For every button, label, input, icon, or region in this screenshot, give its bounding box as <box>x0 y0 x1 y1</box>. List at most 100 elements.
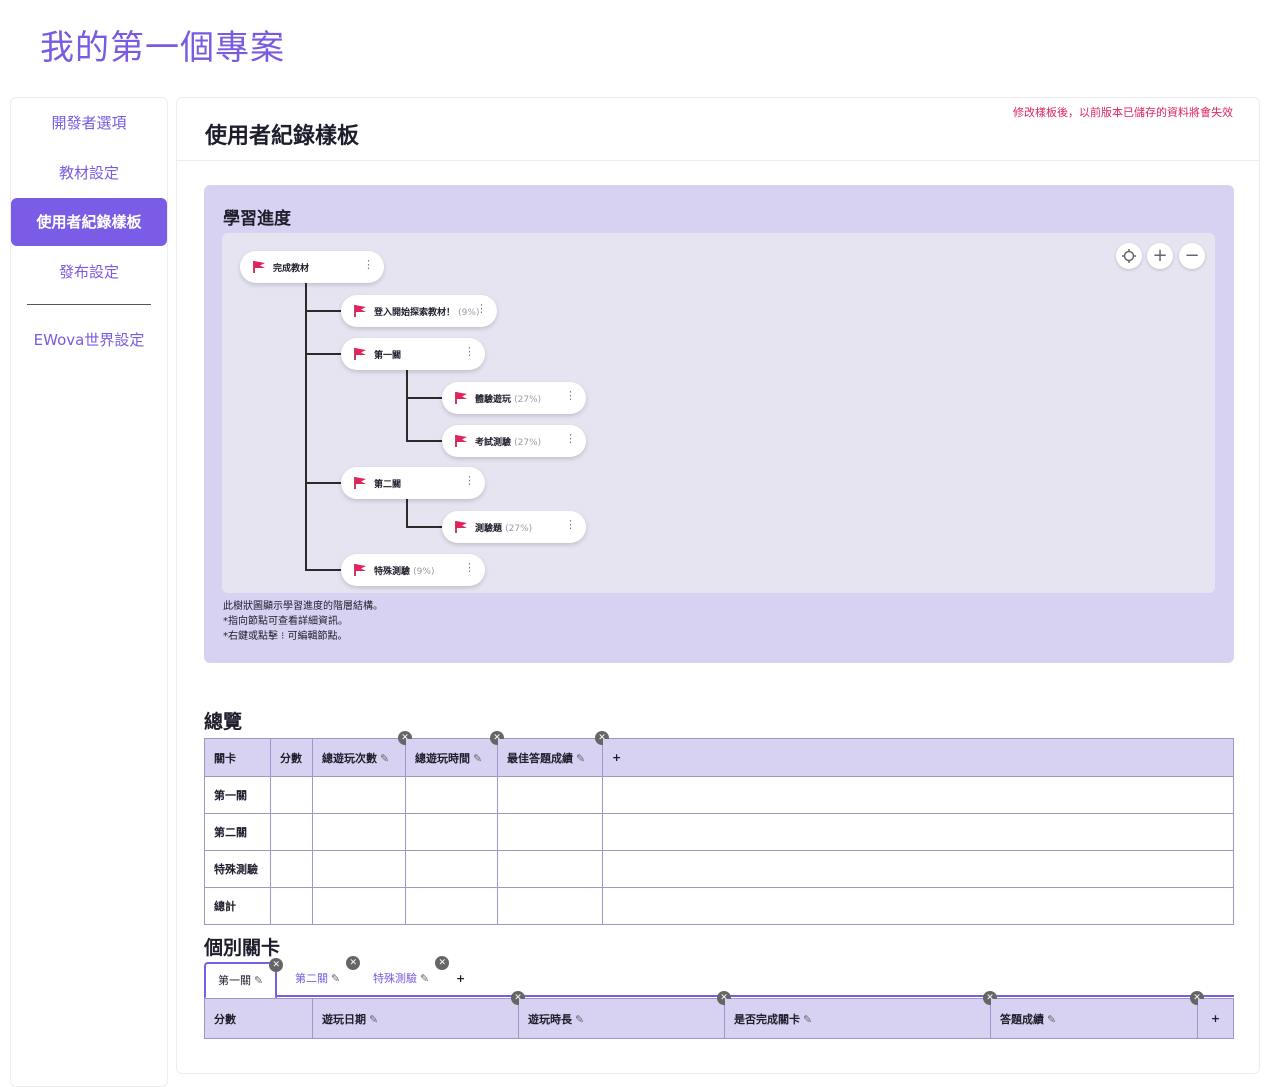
kebab-icon[interactable]: ⋮ <box>476 303 487 315</box>
column-header[interactable]: 總遊玩次數✎✕ <box>312 731 412 777</box>
close-icon[interactable]: ✕ <box>346 956 361 970</box>
tree-node[interactable]: 第一關 ⋮ <box>341 338 485 370</box>
node-label: 完成教材 <box>273 264 310 274</box>
add-tab-button[interactable]: + <box>444 962 477 997</box>
kebab-icon[interactable]: ⋮ <box>464 475 475 487</box>
add-column-button[interactable]: + <box>1197 998 1234 1039</box>
sidebar-item-material-settings[interactable]: 教材設定 <box>11 149 167 197</box>
sidebar-item-ewova-world-settings[interactable]: EWova世界設定 <box>11 316 167 364</box>
column-header: 關卡 <box>204 738 271 777</box>
tree-note-line: 此樹狀圖顯示學習進度的階層結構。 <box>223 601 383 612</box>
node-label: 體驗遊玩 (27%) <box>475 395 542 405</box>
tree-connector <box>305 283 307 571</box>
overview-table: 關卡 分數 總遊玩次數✎✕ 總遊玩時間✎✕ 最佳答題成績✎✕ + 第一關 第二關… <box>204 731 1234 925</box>
column-header: 分數 <box>270 738 313 777</box>
pencil-icon[interactable]: ✎ <box>420 962 429 996</box>
sidebar-item-developer-options[interactable]: 開發者選項 <box>11 99 167 147</box>
progress-tree[interactable]: + − 完成教材 ⋮ 登入開始探索教材！ (9%) ⋮ 第一關 ⋮ 體驗遊玩 (… <box>222 233 1215 593</box>
tab-level-1[interactable]: 第一關 ✎ ✕ <box>204 958 284 999</box>
node-label: 特殊測驗 (9%) <box>374 567 435 577</box>
pencil-icon[interactable]: ✎ <box>380 752 389 765</box>
tree-node[interactable]: 登入開始探索教材！ (9%) ⋮ <box>341 295 497 327</box>
tree-note-line: *右鍵或點擊 ⁝ 可編輯節點。 <box>223 631 348 642</box>
column-header[interactable]: 總遊玩時間✎✕ <box>405 731 504 777</box>
pencil-icon[interactable]: ✎ <box>254 964 263 998</box>
flag-icon <box>455 435 467 447</box>
table-row: 特殊測驗 <box>204 850 1234 888</box>
tree-note-line: *指向節點可查看詳細資訊。 <box>223 616 348 627</box>
flag-icon <box>253 261 265 273</box>
pencil-icon[interactable]: ✎ <box>576 752 585 765</box>
node-label: 考試測驗 (27%) <box>475 438 542 448</box>
tree-node[interactable]: 考試測驗 (27%) ⋮ <box>442 425 586 457</box>
node-label: 第一關 <box>374 351 402 361</box>
column-header[interactable]: 遊玩日期✎✕ <box>312 991 525 1039</box>
column-header[interactable]: 答題成績✎✕ <box>990 991 1204 1039</box>
flag-icon <box>354 348 366 360</box>
header-divider <box>177 160 1259 161</box>
node-label: 登入開始探索教材！ (9%) <box>374 308 480 318</box>
tree-connector <box>305 310 342 312</box>
pencil-icon[interactable]: ✎ <box>1047 1013 1056 1026</box>
tree-node[interactable]: 測驗題 (27%) ⋮ <box>442 511 586 543</box>
kebab-icon[interactable]: ⋮ <box>565 390 576 402</box>
pencil-icon[interactable]: ✎ <box>575 1013 584 1026</box>
zoom-out-icon[interactable]: − <box>1179 243 1205 269</box>
tree-connector <box>305 482 342 484</box>
kebab-icon[interactable]: ⋮ <box>565 433 576 445</box>
column-header[interactable]: 最佳答題成績✎✕ <box>497 731 609 777</box>
flag-icon <box>354 477 366 489</box>
close-icon[interactable]: ✕ <box>269 958 284 972</box>
target-icon[interactable] <box>1116 243 1142 269</box>
pencil-icon[interactable]: ✎ <box>331 962 340 996</box>
tree-connector <box>406 440 443 442</box>
column-header[interactable]: 遊玩時長✎✕ <box>518 991 731 1039</box>
tree-notes: 此樹狀圖顯示學習進度的階層結構。 *指向節點可查看詳細資訊。 *右鍵或點擊 ⁝ … <box>223 599 383 644</box>
progress-panel: 學習進度 + − 完成教材 ⋮ 登入開始探索教材！ (9%) ⋮ 第一關 ⋮ 體… <box>204 185 1234 663</box>
flag-icon <box>455 521 467 533</box>
tree-connector <box>406 397 443 399</box>
pencil-icon[interactable]: ✎ <box>803 1013 812 1026</box>
kebab-icon[interactable]: ⋮ <box>464 346 475 358</box>
kebab-icon[interactable]: ⋮ <box>363 259 374 271</box>
tree-node[interactable]: 體驗遊玩 (27%) ⋮ <box>442 382 586 414</box>
flag-icon <box>455 392 467 404</box>
main-card: 修改樣板後，以前版本已儲存的資料將會失效 使用者紀錄樣板 學習進度 + − 完成… <box>176 97 1260 1074</box>
levels-title: 個別關卡 <box>204 937 281 959</box>
warning-text: 修改樣板後，以前版本已儲存的資料將會失效 <box>1013 106 1233 119</box>
project-title: 我的第一個專案 <box>40 28 285 68</box>
sidebar-item-publish-settings[interactable]: 發布設定 <box>11 248 167 296</box>
table-row: 第二關 <box>204 813 1234 851</box>
tab-level-2[interactable]: 第二關 ✎ ✕ <box>283 956 361 997</box>
tree-node[interactable]: 特殊測驗 (9%) ⋮ <box>341 554 485 586</box>
node-label: 測驗題 (27%) <box>475 524 533 534</box>
sidebar-item-user-record-template[interactable]: 使用者紀錄樣板 <box>11 198 167 246</box>
zoom-in-icon[interactable]: + <box>1147 243 1173 269</box>
tree-node[interactable]: 第二關 ⋮ <box>341 467 485 499</box>
tab-special-test[interactable]: 特殊測驗 ✎ ✕ <box>361 956 450 997</box>
kebab-icon[interactable]: ⋮ <box>464 562 475 574</box>
tree-connector <box>305 353 342 355</box>
flag-icon <box>354 305 366 317</box>
tree-connector <box>406 499 408 528</box>
tree-connector <box>406 370 408 442</box>
table-row: 總計 <box>204 887 1234 925</box>
kebab-icon[interactable]: ⋮ <box>565 519 576 531</box>
node-label: 第二關 <box>374 480 402 490</box>
pencil-icon[interactable]: ✎ <box>473 752 482 765</box>
table-row: 第一關 <box>204 776 1234 814</box>
flag-icon <box>354 564 366 576</box>
level-table: 分數 遊玩日期✎✕ 遊玩時長✎✕ 是否完成關卡✎✕ 答題成績✎✕ + <box>204 991 1234 1039</box>
overview-title: 總覽 <box>204 711 243 733</box>
tree-connector <box>406 526 443 528</box>
progress-title: 學習進度 <box>223 209 291 229</box>
sidebar-divider <box>27 304 151 305</box>
add-column-button[interactable]: + <box>602 738 1234 777</box>
card-title: 使用者紀錄樣板 <box>205 124 360 149</box>
pencil-icon[interactable]: ✎ <box>369 1013 378 1026</box>
column-header[interactable]: 是否完成關卡✎✕ <box>724 991 997 1039</box>
sidebar: 開發者選項 教材設定 使用者紀錄樣板 發布設定 EWova世界設定 <box>10 97 168 1087</box>
column-header: 分數 <box>204 998 313 1039</box>
tree-node[interactable]: 完成教材 ⋮ <box>240 251 384 283</box>
tree-connector <box>305 569 342 571</box>
